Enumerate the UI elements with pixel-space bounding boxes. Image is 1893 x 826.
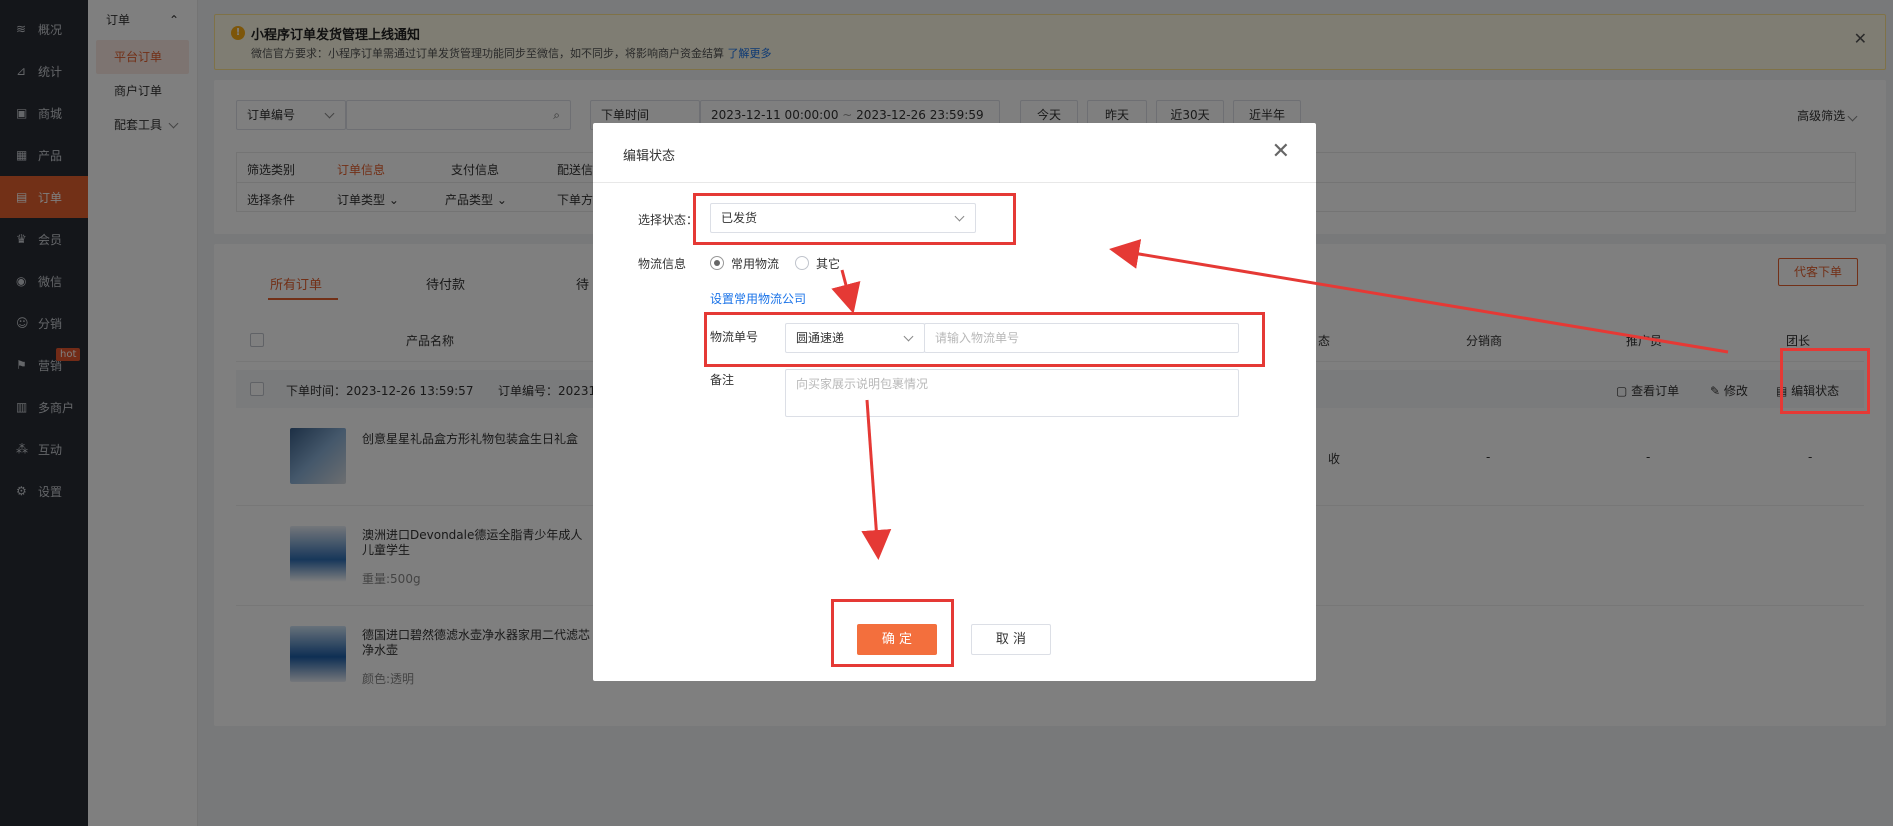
carrier-select[interactable]: 圆通速递: [785, 323, 925, 353]
chevron-down-icon: [954, 211, 965, 222]
remark-label: 备注: [710, 373, 735, 387]
radio-common-label: 常用物流: [731, 257, 780, 271]
close-icon[interactable]: ✕: [1272, 139, 1290, 164]
dialog-header: 编辑状态 ✕: [593, 123, 1316, 183]
tracking-number-input[interactable]: 请输入物流单号: [924, 323, 1239, 353]
logistics-label: 物流信息: [638, 257, 687, 271]
chevron-down-icon: [903, 331, 914, 342]
remark-textarea[interactable]: 向买家展示说明包裹情况: [785, 369, 1239, 417]
confirm-button[interactable]: 确 定: [857, 624, 937, 655]
status-label: 选择状态：: [638, 213, 699, 227]
radio-other-label: 其它: [816, 257, 841, 271]
dialog-title: 编辑状态: [623, 149, 676, 164]
radio-common-logistics[interactable]: [710, 256, 724, 270]
cancel-button[interactable]: 取 消: [971, 624, 1051, 655]
tracking-label: 物流单号: [710, 330, 759, 344]
status-select[interactable]: 已发货: [710, 203, 976, 233]
edit-status-dialog: 编辑状态 ✕ 选择状态： 已发货 物流信息 常用物流 其它 设置常用物流公司 物…: [593, 123, 1316, 681]
radio-other-logistics[interactable]: [795, 256, 809, 270]
set-company-link[interactable]: 设置常用物流公司: [710, 290, 806, 307]
